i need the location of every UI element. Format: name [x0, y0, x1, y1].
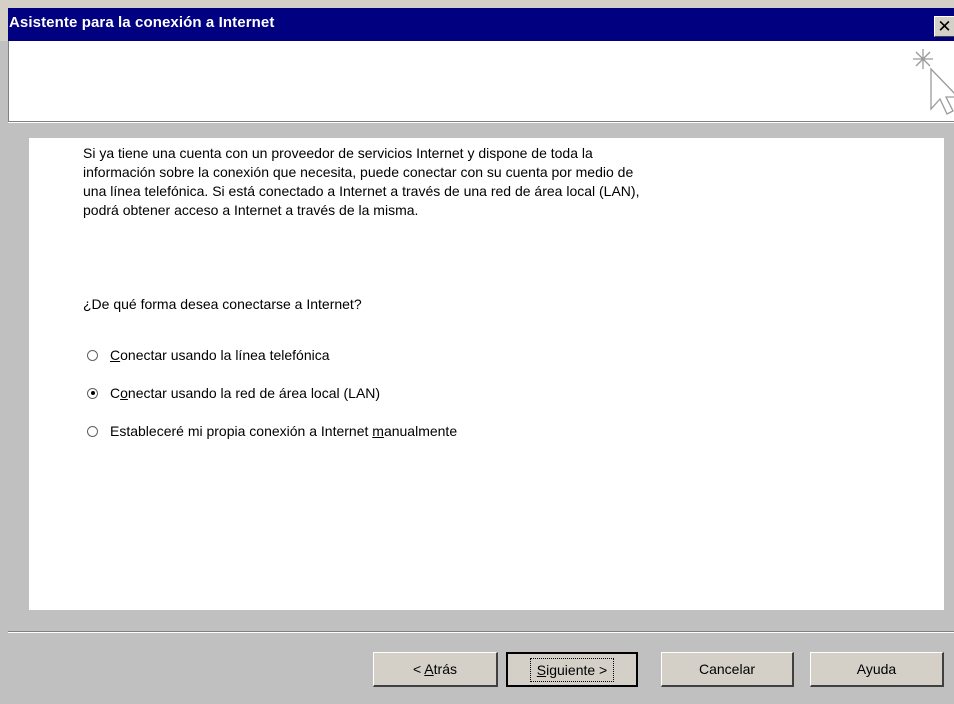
content-panel: Si ya tiene una cuenta con un proveedor … — [29, 138, 944, 610]
radio-phone-line[interactable] — [87, 349, 98, 361]
intro-line: una línea telefónica. Si está conectado … — [83, 183, 640, 199]
next-button[interactable]: Siguiente > — [506, 652, 638, 687]
radio-lan[interactable] — [87, 387, 98, 399]
option-manual[interactable]: Estableceré mi propia conexión a Interne… — [87, 422, 457, 440]
header-divider — [8, 121, 954, 123]
intro-text: Si ya tiene una cuenta con un proveedor … — [83, 144, 823, 220]
option-phone-line[interactable]: Conectar usando la línea telefónica — [87, 346, 330, 364]
radio-manual[interactable] — [87, 425, 98, 437]
intro-line: podrá obtener acceso a Internet a través… — [83, 202, 419, 218]
wizard-cursor-icon — [913, 49, 954, 115]
intro-line: información sobre la conexión que necesi… — [83, 164, 634, 180]
title-bar: Asistente para la conexión a Internet ✕ — [0, 0, 954, 41]
cancel-button[interactable]: Cancelar — [661, 652, 794, 687]
option-label: Estableceré mi propia conexión a Interne… — [110, 423, 458, 439]
footer-divider — [8, 631, 954, 633]
back-label: < Atrás — [413, 661, 457, 677]
option-label: Conectar usando la línea telefónica — [110, 347, 330, 363]
connection-question: ¿De qué forma desea conectarse a Interne… — [83, 296, 362, 312]
close-button[interactable]: ✕ — [934, 16, 954, 37]
wizard-header — [8, 41, 954, 121]
window-title: Asistente para la conexión a Internet — [9, 14, 275, 31]
option-lan[interactable]: Conectar usando la red de área local (LA… — [87, 384, 380, 402]
intro-line: Si ya tiene una cuenta con un proveedor … — [83, 145, 593, 161]
option-label: Conectar usando la red de área local (LA… — [110, 385, 381, 401]
help-button[interactable]: Ayuda — [810, 652, 944, 687]
back-button[interactable]: < Atrás — [373, 652, 498, 687]
next-label: Siguiente > — [529, 657, 615, 682]
close-icon: ✕ — [937, 17, 952, 36]
